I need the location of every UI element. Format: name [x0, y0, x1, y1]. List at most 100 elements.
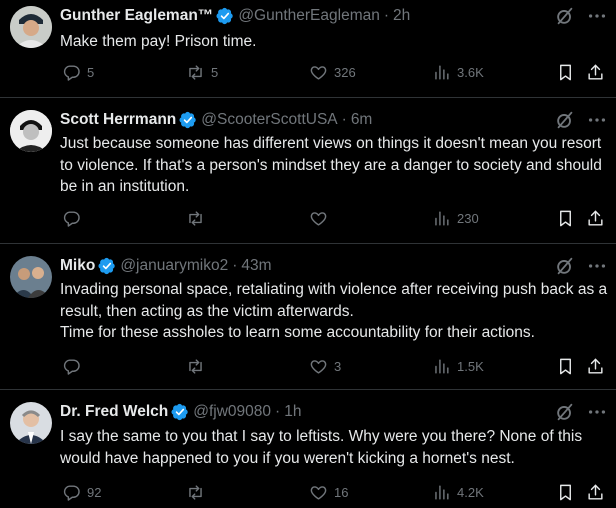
tweet-body: I say the same to you that I say to left…: [60, 426, 608, 469]
bookmark-button[interactable]: [556, 357, 575, 376]
reply-button[interactable]: 5: [62, 63, 94, 82]
reply-icon: [62, 357, 81, 376]
more-dots-icon[interactable]: [586, 255, 608, 277]
separator-dot: ·: [232, 257, 238, 274]
tweet-top-actions: [554, 109, 608, 131]
reply-count: 5: [87, 65, 95, 80]
timestamp[interactable]: 6m: [351, 111, 373, 129]
tweet-actions: 5 5 326 3.6K: [60, 63, 616, 85]
views-icon: [432, 63, 451, 82]
author-name[interactable]: Scott Herrmann: [60, 111, 176, 129]
share-icon: [586, 209, 605, 228]
repost-button[interactable]: 5: [186, 63, 218, 82]
tweet-actions: 3 1.5K: [60, 357, 616, 379]
verified-badge-icon: [179, 111, 197, 129]
like-button[interactable]: [309, 209, 334, 228]
reply-icon: [62, 209, 81, 228]
like-button[interactable]: 326: [309, 63, 356, 82]
author-handle[interactable]: @GuntherEagleman: [238, 7, 380, 25]
verified-badge-icon: [98, 257, 116, 275]
tweet-text: Time for these assholes to learn some ac…: [60, 324, 535, 341]
tweet-text: I say the same to you that I say to left…: [60, 428, 583, 467]
share-button[interactable]: [586, 357, 605, 376]
more-dots-icon[interactable]: [586, 5, 608, 27]
views-button[interactable]: 230: [432, 209, 479, 228]
views-button[interactable]: 1.5K: [432, 357, 484, 376]
tweet-3[interactable]: Miko @januarymiko2 · 43m Invading person…: [0, 244, 616, 390]
tweet-top-actions: [554, 255, 608, 277]
tweet-2[interactable]: Scott Herrmann @ScooterScottUSA · 6m Jus…: [0, 98, 616, 244]
bookmark-icon: [556, 63, 575, 82]
like-icon: [309, 357, 328, 376]
author-handle[interactable]: @ScooterScottUSA: [201, 111, 337, 129]
like-count: 326: [334, 65, 356, 80]
repost-count: 5: [211, 65, 219, 80]
avatar[interactable]: [10, 110, 52, 152]
tweet-4[interactable]: Dr. Fred Welch @fjw09080 · 1h I say the …: [0, 390, 616, 508]
repost-button[interactable]: [186, 483, 211, 502]
tweet-header: Scott Herrmann @ScooterScottUSA · 6m: [60, 109, 616, 131]
grok-slash-icon[interactable]: [554, 109, 576, 131]
repost-button[interactable]: [186, 357, 211, 376]
repost-icon: [186, 209, 205, 228]
separator-dot: ·: [275, 403, 281, 420]
reply-icon: [62, 63, 81, 82]
views-count: 1.5K: [457, 359, 484, 374]
bookmark-icon: [556, 209, 575, 228]
views-button[interactable]: 4.2K: [432, 483, 484, 502]
bookmark-button[interactable]: [556, 483, 575, 502]
verified-badge-icon: [171, 403, 189, 421]
timestamp[interactable]: 2h: [393, 7, 410, 25]
reply-button[interactable]: [62, 209, 87, 228]
repost-icon: [186, 483, 205, 502]
tweet-text: Just because someone has different views…: [60, 135, 602, 195]
separator-dot: ·: [383, 7, 390, 24]
like-button[interactable]: 3: [309, 357, 341, 376]
bookmark-button[interactable]: [556, 209, 575, 228]
repost-button[interactable]: [186, 209, 211, 228]
timestamp[interactable]: 1h: [284, 403, 301, 421]
views-button[interactable]: 3.6K: [432, 63, 484, 82]
author-handle[interactable]: @fjw09080: [193, 403, 271, 421]
like-button[interactable]: 16: [309, 483, 348, 502]
timestamp[interactable]: 43m: [241, 257, 271, 275]
avatar[interactable]: [10, 256, 52, 298]
repost-icon: [186, 357, 205, 376]
avatar[interactable]: [10, 6, 52, 48]
tweet-actions: 230: [60, 209, 616, 231]
tweet-text: Invading personal space, retaliating wit…: [60, 281, 608, 320]
grok-slash-icon[interactable]: [554, 5, 576, 27]
reply-icon: [62, 483, 81, 502]
share-button[interactable]: [586, 483, 605, 502]
views-count: 3.6K: [457, 65, 484, 80]
like-count: 3: [334, 359, 342, 374]
reply-count: 92: [87, 485, 102, 500]
share-button[interactable]: [586, 63, 605, 82]
tweet-header: Dr. Fred Welch @fjw09080 · 1h: [60, 401, 616, 423]
share-icon: [586, 483, 605, 502]
tweet-body: Invading personal space, retaliating wit…: [60, 279, 608, 344]
tweet-body: Make them pay! Prison time.: [60, 31, 608, 53]
verified-badge-icon: [216, 7, 234, 25]
avatar[interactable]: [10, 402, 52, 444]
grok-slash-icon[interactable]: [554, 255, 576, 277]
reply-button[interactable]: 92: [62, 483, 101, 502]
author-name[interactable]: Miko: [60, 257, 95, 275]
more-dots-icon[interactable]: [586, 109, 608, 131]
tweet-top-actions: [554, 5, 608, 27]
views-icon: [432, 357, 451, 376]
author-name[interactable]: Dr. Fred Welch: [60, 403, 168, 421]
share-icon: [586, 63, 605, 82]
author-name[interactable]: Gunther Eagleman™: [60, 7, 213, 25]
share-button[interactable]: [586, 209, 605, 228]
views-count: 4.2K: [457, 485, 484, 500]
tweet-top-actions: [554, 401, 608, 423]
bookmark-button[interactable]: [556, 63, 575, 82]
tweet-header: Gunther Eagleman™ @GuntherEagleman · 2h: [60, 5, 616, 27]
author-handle[interactable]: @januarymiko2: [120, 257, 228, 275]
grok-slash-icon[interactable]: [554, 401, 576, 423]
more-dots-icon[interactable]: [586, 401, 608, 423]
reply-button[interactable]: [62, 357, 87, 376]
tweet-1[interactable]: Gunther Eagleman™ @GuntherEagleman · 2h …: [0, 0, 616, 98]
like-icon: [309, 209, 328, 228]
